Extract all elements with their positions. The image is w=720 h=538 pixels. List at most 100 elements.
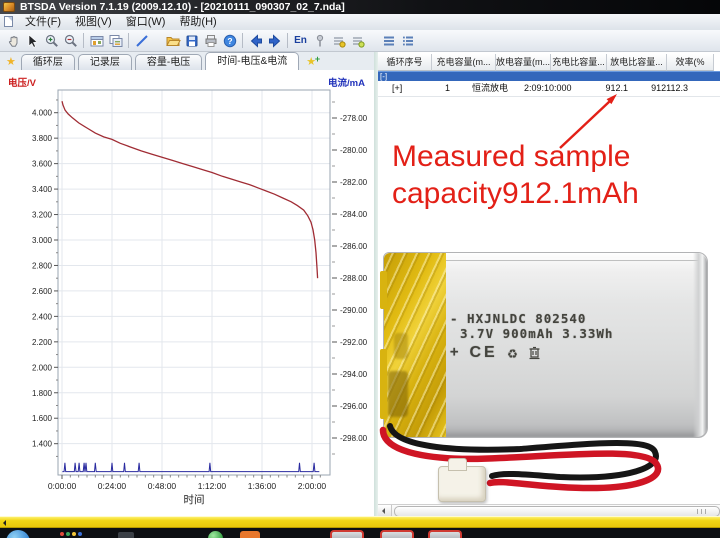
svg-text:电流/mA: 电流/mA [328, 77, 365, 89]
tab-record-layer[interactable]: 记录层 [78, 54, 132, 70]
back-icon[interactable] [246, 32, 265, 50]
taskbar-icon-fragment[interactable] [66, 532, 70, 536]
left-triangle-icon [3, 520, 6, 526]
tape-tab [380, 271, 387, 309]
left-triangle-icon [382, 508, 385, 514]
protection-pcb-shadow [388, 371, 408, 417]
svg-text:4.000: 4.000 [32, 109, 53, 118]
menu-item-2[interactable]: 窗口(W) [119, 14, 173, 30]
edit-list-icon[interactable] [329, 32, 348, 50]
toolbar-separator [128, 33, 129, 48]
taskbar-icon-fragment[interactable] [78, 532, 82, 536]
forward-icon[interactable] [265, 32, 284, 50]
taskbar-icon-fragment[interactable] [428, 530, 462, 538]
current-curve [62, 463, 319, 472]
zoom-in-icon[interactable] [42, 32, 61, 50]
language-toggle-button[interactable]: En [291, 32, 310, 50]
taskbar-icon-fragment[interactable] [6, 530, 30, 538]
horizontal-scrollbar[interactable] [378, 504, 720, 516]
svg-text:-288.00: -288.00 [340, 274, 368, 283]
zoom-out-icon[interactable] [61, 32, 80, 50]
btsda-window: BTSDA Version 7.1.19 (2009.12.10) - [202… [0, 0, 720, 538]
kapton-tape [384, 253, 446, 437]
battery-body: - HXJNLDC 802540 3.7V 900mAh 3.33Wh + CE… [383, 252, 708, 438]
column-header-discharge-capacity[interactable]: 放电容量(m... [496, 54, 551, 71]
scrollbar-thumb[interactable] [394, 506, 720, 516]
toolbar-separator [287, 33, 288, 48]
pan-hand-icon[interactable] [4, 32, 23, 50]
plus-icon: + [315, 53, 320, 65]
right-pane: 循环序号充电容量(m...放电容量(m...充电比容量...放电比容量...效率… [378, 52, 720, 516]
line-tool-icon[interactable] [132, 32, 151, 50]
taskbar-icon-fragment[interactable] [330, 530, 364, 538]
step-specific-capacity: 912112.3 [628, 82, 688, 95]
tab-cycle-layer[interactable]: 循环层 [21, 54, 75, 70]
expand-marker[interactable]: [+] [392, 82, 402, 95]
svg-text:-292.00: -292.00 [340, 338, 368, 347]
svg-text:-298.00: -298.00 [340, 434, 368, 443]
column-header-charge-specific-capacity[interactable]: 充电比容量... [551, 54, 607, 71]
print-icon[interactable] [201, 32, 220, 50]
menu-item-0[interactable]: 文件(F) [18, 14, 68, 30]
svg-text:1.800: 1.800 [32, 389, 53, 398]
column-header-charge-capacity[interactable]: 充电容量(m... [432, 54, 496, 71]
svg-text:2.400: 2.400 [32, 312, 53, 321]
pushpin-icon[interactable] [310, 32, 329, 50]
column-header-cycle-index[interactable]: 循环序号 [378, 54, 432, 71]
menu-item-1[interactable]: 视图(V) [68, 14, 119, 30]
language-toggle-label: En [294, 35, 307, 46]
svg-text:-286.00: -286.00 [340, 242, 368, 251]
title-bar[interactable]: BTSDA Version 7.1.19 (2009.12.10) - [202… [0, 0, 720, 14]
toolbar-separator [83, 33, 84, 48]
taskbar-icon-fragment[interactable] [118, 532, 134, 538]
column-header-efficiency[interactable]: 效率(% [667, 54, 714, 71]
taskbar-icon-fragment[interactable] [240, 531, 260, 538]
svg-text:时间: 时间 [184, 493, 205, 506]
collapse-marker[interactable]: [-] [380, 72, 387, 81]
help-icon[interactable]: ? [220, 32, 239, 50]
svg-text:3.600: 3.600 [32, 160, 53, 169]
taskbar-icon-fragment[interactable] [208, 531, 223, 538]
battery-wires [378, 420, 720, 516]
thumb-grip [701, 509, 702, 514]
window-title: BTSDA Version 7.1.19 (2009.12.10) - [202… [20, 0, 345, 14]
discharge-chart[interactable]: 4.0003.8003.6003.4003.2003.0002.8002.600… [0, 70, 378, 516]
taskbar-icon-fragment[interactable] [60, 532, 64, 536]
toolbar: ? En [0, 30, 720, 52]
docked-window-strip[interactable] [0, 516, 720, 528]
battery-connector [438, 466, 486, 502]
app-icon [3, 2, 15, 12]
svg-text:2.000: 2.000 [32, 363, 53, 372]
tab-capacity-voltage[interactable]: 容量-电压 [135, 54, 202, 70]
svg-text:电压/V: 电压/V [8, 77, 37, 89]
annotation-text: Measured sample capacity912.1mAh [392, 138, 639, 212]
menu-item-3[interactable]: 帮助(H) [172, 14, 223, 30]
list-view-icon[interactable] [379, 32, 398, 50]
weee-bin-icon [528, 345, 541, 360]
document-icon [4, 16, 13, 27]
select-cursor-icon[interactable] [23, 32, 42, 50]
svg-text:-280.00: -280.00 [340, 146, 368, 155]
save-icon[interactable] [182, 32, 201, 50]
recycle-icon: ♻ [508, 345, 519, 360]
svg-text:-294.00: -294.00 [340, 370, 368, 379]
tab-time-voltage-current[interactable]: 时间-电压&电流 [205, 52, 299, 70]
chart-pane: 4.0003.8003.6003.4003.2003.0002.8002.600… [0, 70, 378, 516]
cycle-row-selected[interactable]: [-] [378, 71, 720, 81]
svg-text:-290.00: -290.00 [340, 306, 368, 315]
open-file-icon[interactable] [163, 32, 182, 50]
annotation-line2: capacity912.1mAh [392, 175, 639, 212]
battery-side-fold [693, 253, 707, 437]
battery-spec-line: 3.7V 900mAh 3.33Wh [450, 326, 613, 341]
scroll-left-button[interactable] [378, 505, 392, 516]
taskbar-icon-fragment[interactable] [380, 530, 414, 538]
grid-view-icon[interactable] [87, 32, 106, 50]
detail-view-icon[interactable] [398, 32, 417, 50]
taskbar-icon-fragment[interactable] [72, 532, 76, 536]
svg-text:0:24:00: 0:24:00 [98, 481, 127, 491]
report-view-icon[interactable] [106, 32, 125, 50]
edit-list-alt-icon[interactable] [348, 32, 367, 50]
column-header-discharge-specific-capacity[interactable]: 放电比容量... [607, 54, 667, 71]
add-view-star-icon[interactable]: ★+ [306, 56, 316, 68]
favorites-star-icon[interactable]: ★ [6, 56, 16, 68]
